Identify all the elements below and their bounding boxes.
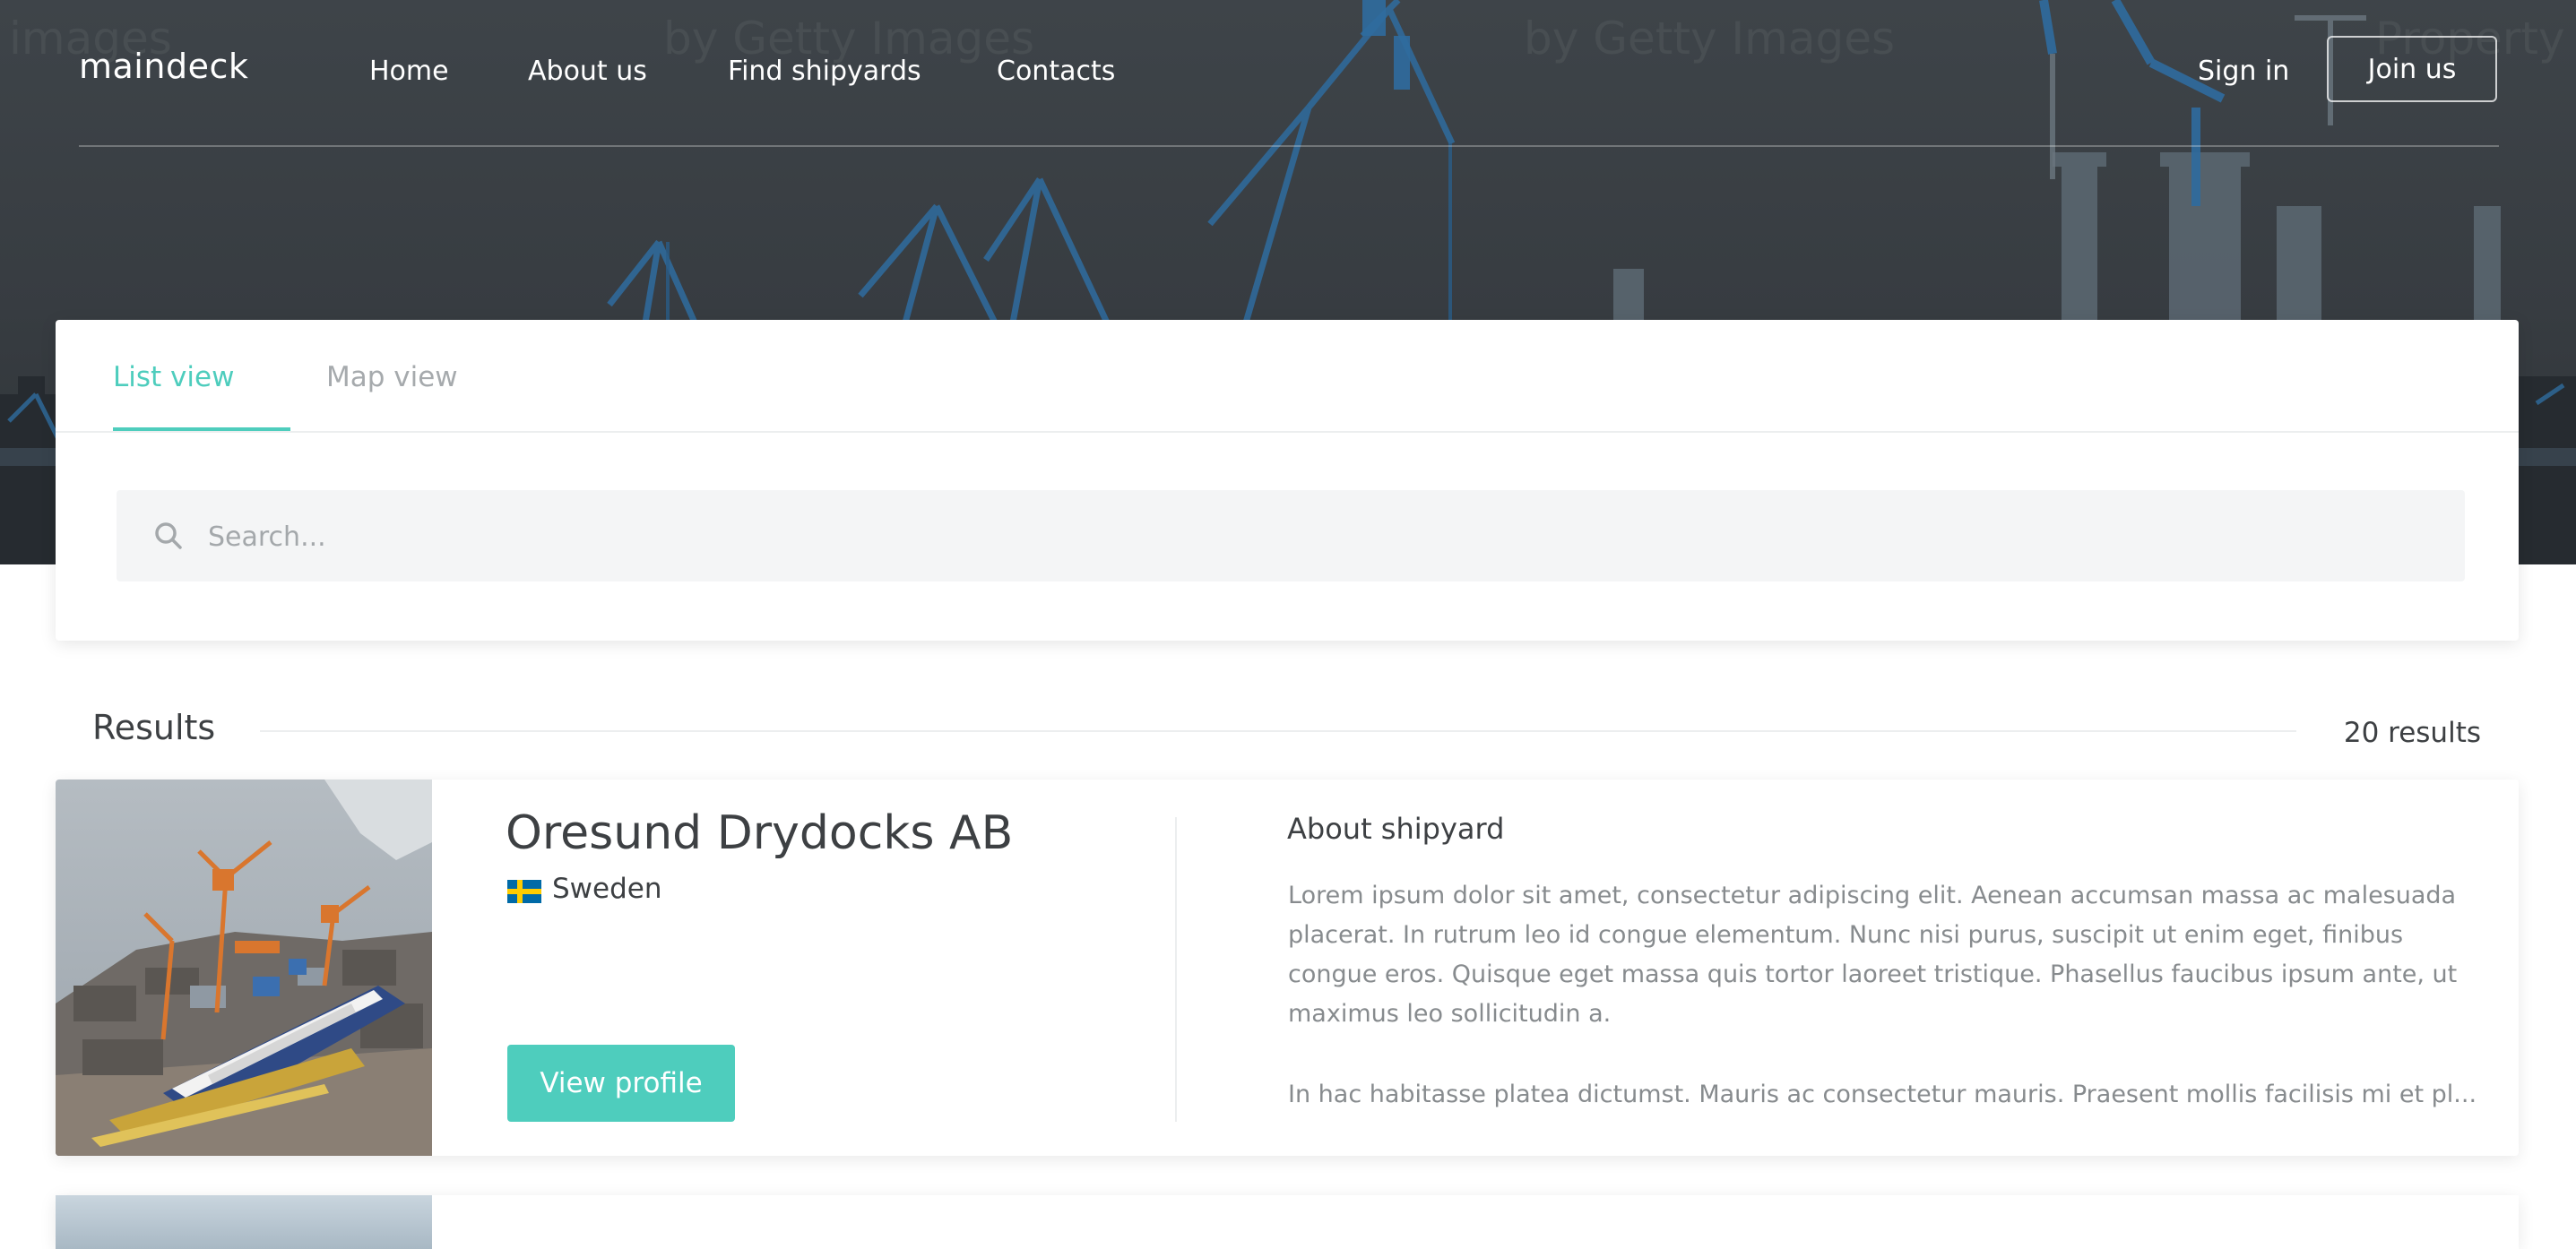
about-shipyard-text-continued: In hac habitasse platea dictumst. Mauris… [1288,1081,2477,1108]
about-shipyard-text: Lorem ipsum dolor sit amet, consectetur … [1288,882,2458,1028]
nav-link-about-us[interactable]: About us [528,56,647,87]
shipyard-card: Oresund Drydocks AB Sweden View profile … [56,780,2519,1156]
nav-link-find-shipyards[interactable]: Find shipyards [728,56,921,87]
shipyard-photo[interactable] [56,780,432,1156]
nav-link-contacts[interactable]: Contacts [997,56,1115,87]
top-navigation: maindeck Home About us Find shipyards Co… [79,0,2499,147]
about-shipyard-heading: About shipyard [1287,812,1505,846]
results-heading: Results [92,708,216,747]
nav-link-home[interactable]: Home [369,56,449,87]
results-divider [260,730,2296,732]
tab-map-view[interactable]: Map view [326,361,458,393]
search-box [117,490,2465,581]
view-profile-button[interactable]: View profile [507,1045,735,1122]
sweden-flag-icon [507,880,541,903]
tab-list-view[interactable]: List view [113,361,234,393]
view-tabs: List view Map view [56,320,2519,433]
shipyard-photo[interactable] [56,1195,432,1249]
join-us-button[interactable]: Join us [2327,36,2497,102]
search-icon [155,522,182,549]
shipyard-country: Sweden [552,873,662,905]
search-panel: List view Map view [56,320,2519,641]
shipyard-card-next [56,1195,2519,1249]
search-input[interactable] [206,506,2433,567]
active-tab-indicator [113,427,290,431]
results-count: 20 results [2343,717,2481,749]
card-divider [1175,817,1177,1122]
shipyard-name: Oresund Drydocks AB [506,806,1014,860]
logo[interactable]: maindeck [79,47,248,86]
sign-in-link[interactable]: Sign in [2198,56,2289,87]
